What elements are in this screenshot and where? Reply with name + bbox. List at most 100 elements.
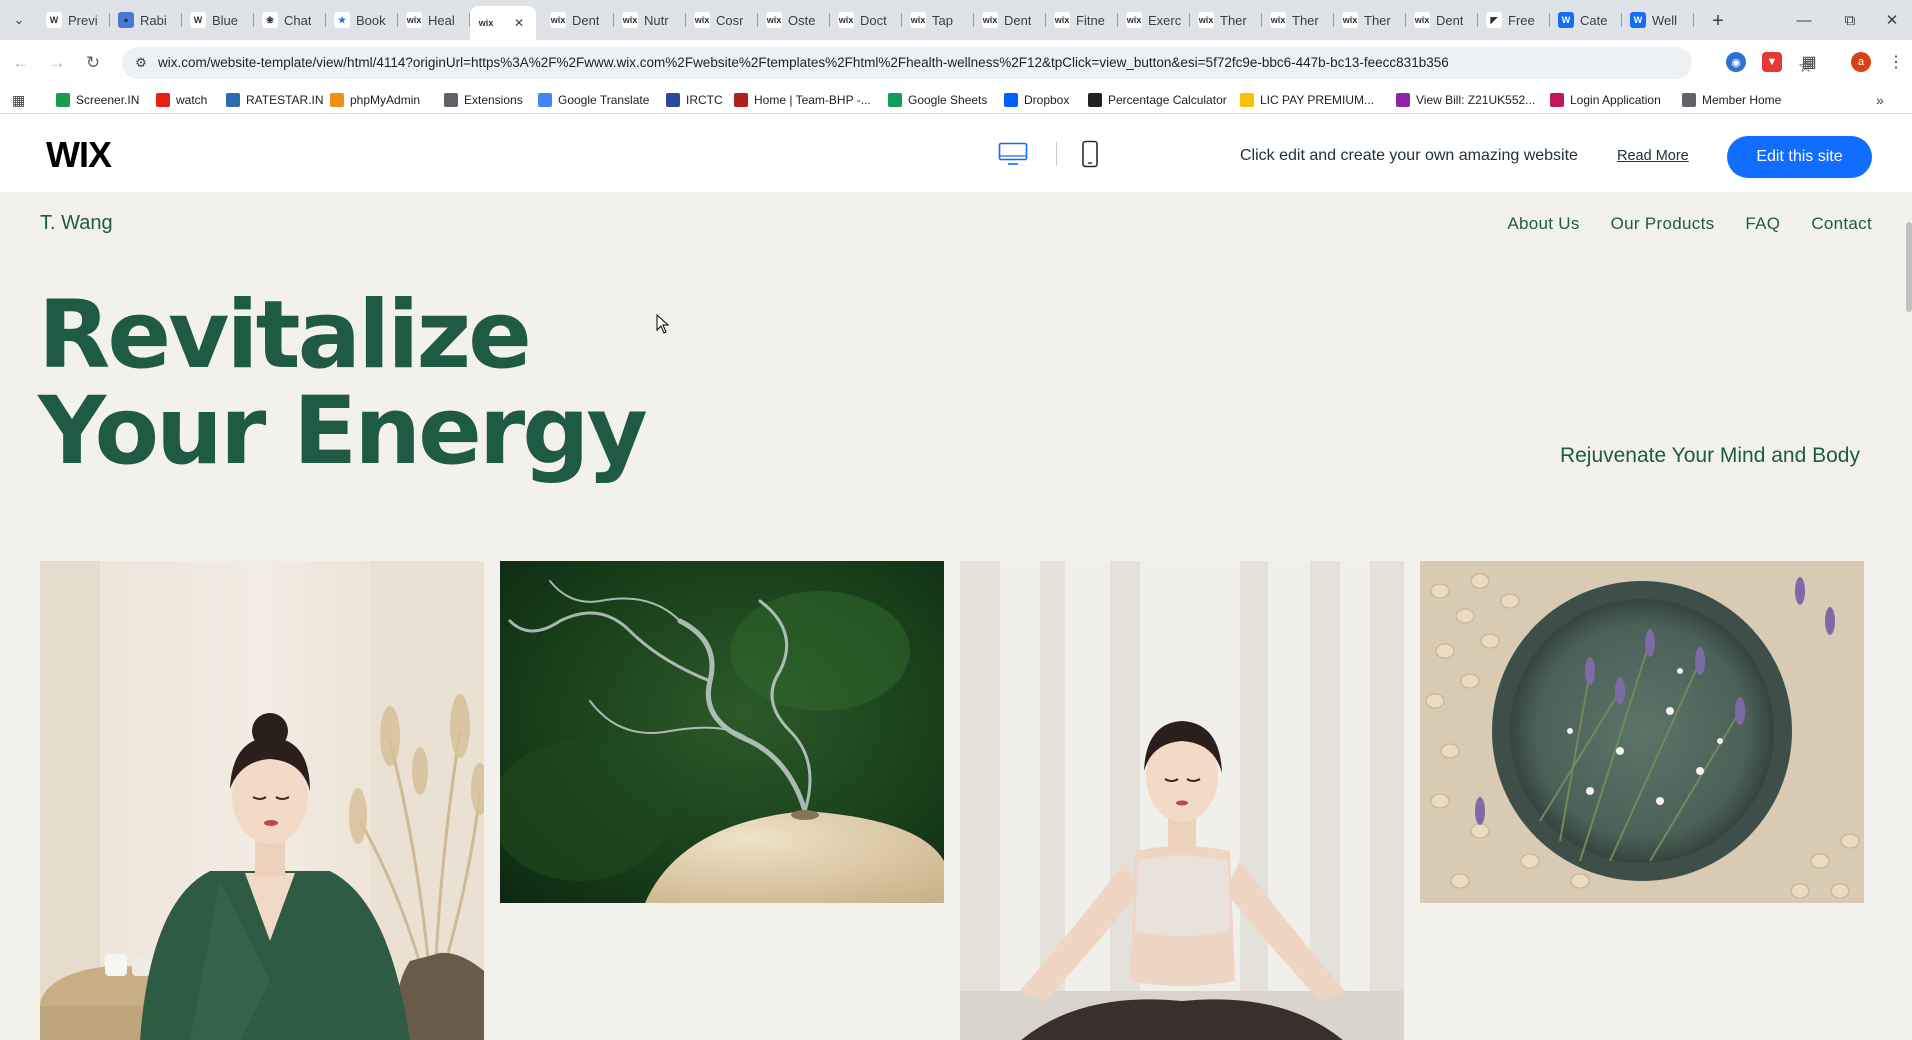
wix-icon: wix — [550, 12, 566, 28]
browser-tab[interactable]: ★ Book — [326, 6, 398, 34]
address-bar[interactable]: ⚙ wix.com/website-template/view/html/411… — [122, 47, 1813, 79]
close-tab-icon[interactable]: ✕ — [514, 16, 524, 30]
browser-tab[interactable]: W Previ — [38, 6, 110, 34]
scrollbar-thumb[interactable] — [1906, 222, 1912, 312]
browser-tab[interactable]: wix Ther — [1334, 6, 1406, 34]
extensions-puzzle-icon[interactable]: ▦ — [1799, 52, 1819, 72]
bookmark-label: RATESTAR.IN — [246, 93, 324, 107]
bookmark-item[interactable]: watch — [156, 91, 207, 109]
browser-tab[interactable]: wix Fitne — [1046, 6, 1118, 34]
bookmark-item[interactable]: Login Application — [1550, 91, 1661, 109]
tab-label: Ther — [1220, 12, 1247, 28]
browser-tab[interactable]: wix Dent — [974, 6, 1046, 34]
tab-label: Tap — [932, 12, 953, 28]
wix-icon: wix — [1270, 12, 1286, 28]
tab-search-chevron-icon[interactable]: ⌄ — [6, 8, 32, 32]
browser-tab[interactable]: wix Doct — [830, 6, 902, 34]
nav-contact[interactable]: Contact — [1811, 214, 1872, 234]
browser-menu-icon[interactable]: ⋮ — [1886, 52, 1906, 72]
bookmark-item[interactable]: phpMyAdmin — [330, 91, 420, 109]
browser-tab[interactable]: wix Nutr — [614, 6, 686, 34]
woman-green-robe-photo — [40, 561, 484, 1040]
minimize-icon[interactable]: — — [1784, 6, 1824, 34]
bookmark-item[interactable]: Google Translate — [538, 91, 649, 109]
browser-tab[interactable]: ● Rabi — [110, 6, 182, 34]
bookmark-item[interactable]: Percentage Calculator — [1088, 91, 1227, 109]
view-divider — [1056, 142, 1057, 166]
browser-tab[interactable]: wix Ther — [1262, 6, 1334, 34]
browser-tab[interactable]: ◤ Free — [1478, 6, 1550, 34]
bookmark-item[interactable]: Extensions — [444, 91, 523, 109]
site-preview: T. Wang About Us Our Products FAQ Contac… — [0, 192, 1912, 1040]
wix-icon: wix — [838, 12, 854, 28]
chatgpt-icon: ❀ — [262, 12, 278, 28]
youtube-icon — [156, 93, 170, 107]
bookmark-item[interactable]: Screener.IN — [56, 91, 139, 109]
browser-tab[interactable]: wix ✕ — [470, 6, 536, 40]
bookmark-item[interactable]: IRCTC — [666, 91, 723, 109]
tab-label: Ther — [1292, 12, 1319, 28]
url-text[interactable]: wix.com/website-template/view/html/4114?… — [158, 55, 1449, 70]
bookmarks-bar: ▦ Screener.IN watch RATESTAR.IN phpMyAdmin E… — [0, 86, 1912, 114]
wix-logo[interactable]: WIX — [46, 134, 112, 176]
bookmark-item[interactable]: View Bill: Z21UK552... — [1396, 91, 1535, 109]
woman-meditating-photo — [960, 561, 1404, 1040]
back-icon[interactable]: ← — [8, 50, 34, 76]
nav-about-us[interactable]: About Us — [1507, 214, 1579, 234]
bookmark-item[interactable]: Google Sheets — [888, 91, 987, 109]
browser-tab[interactable]: wix Dent — [1406, 6, 1478, 34]
edit-this-site-button[interactable]: Edit this site — [1727, 136, 1872, 178]
restore-icon[interactable]: ⧉ — [1830, 6, 1870, 34]
mobile-view-icon[interactable] — [1081, 140, 1099, 168]
browser-tab[interactable]: wix Oste — [758, 6, 830, 34]
wix-icon: wix — [1198, 12, 1214, 28]
browser-tab[interactable]: wix Heal — [398, 6, 470, 34]
new-tab-button[interactable]: + — [1706, 9, 1730, 33]
nav-faq[interactable]: FAQ — [1745, 214, 1780, 234]
more-bookmarks-icon[interactable]: » — [1876, 91, 1884, 109]
browser-tab-strip: ⌄ W Previ ● Rabi W Blue ❀ Chat ★ Book wix Heal wix ✕ w… — [0, 0, 1912, 40]
browser-tab[interactable]: wix Dent — [542, 6, 614, 34]
browser-tab[interactable]: wix Cosr — [686, 6, 758, 34]
browser-tab[interactable]: W Blue — [182, 6, 254, 34]
bookmark-label: Google Translate — [558, 93, 650, 107]
bookmark-item[interactable]: LIC PAY PREMIUM... — [1240, 91, 1374, 109]
bookmark-item[interactable]: Dropbox — [1004, 91, 1069, 109]
nav-our-products[interactable]: Our Products — [1611, 214, 1715, 234]
desktop-view-icon[interactable] — [998, 142, 1028, 166]
tab-label: Book — [356, 12, 386, 28]
browser-tab[interactable]: wix Tap — [902, 6, 974, 34]
lic-icon — [1240, 93, 1254, 107]
close-window-icon[interactable]: ✕ — [1872, 6, 1912, 34]
browser-tab[interactable]: ❀ Chat — [254, 6, 326, 34]
browser-tab[interactable]: wix Ther — [1190, 6, 1262, 34]
profile-avatar[interactable]: a — [1851, 52, 1871, 72]
wix-icon: wix — [982, 12, 998, 28]
read-more-link[interactable]: Read More — [1617, 148, 1689, 164]
sparkle-icon — [226, 93, 240, 107]
login-icon — [1550, 93, 1564, 107]
bookmark-label: Extensions — [464, 93, 523, 107]
wikipedia-icon: W — [46, 12, 62, 28]
site-brand[interactable]: T. Wang — [40, 212, 113, 235]
forward-icon[interactable]: → — [44, 50, 70, 76]
browser-tab[interactable]: wix Exerc — [1118, 6, 1190, 34]
site-info-icon[interactable]: ⚙ — [132, 54, 150, 72]
site-nav: About Us Our Products FAQ Contact — [1507, 214, 1872, 234]
bookmark-label: Percentage Calculator — [1108, 93, 1227, 107]
extension-globe-icon[interactable]: ◉ — [1726, 52, 1746, 72]
wikipedia-icon: W — [190, 12, 206, 28]
extension-shield-icon[interactable]: ▼ — [1762, 52, 1782, 72]
webflow-icon: W — [1630, 12, 1646, 28]
bookmark-label: Member Home — [1702, 93, 1782, 107]
bookmark-item[interactable]: RATESTAR.IN — [226, 91, 324, 109]
bookmark-item[interactable]: Home | Team-BHP -... — [734, 91, 871, 109]
browser-tab[interactable]: W Cate — [1550, 6, 1622, 34]
reload-icon[interactable]: ↻ — [80, 50, 106, 76]
wix-icon: wix — [1342, 12, 1358, 28]
apps-grid-icon[interactable]: ▦ — [12, 91, 25, 109]
mouse-cursor-icon — [656, 314, 670, 334]
bookmark-item[interactable]: Member Home — [1682, 91, 1781, 109]
browser-tab[interactable]: W Well — [1622, 6, 1694, 34]
tab-label: Exerc — [1148, 12, 1182, 28]
